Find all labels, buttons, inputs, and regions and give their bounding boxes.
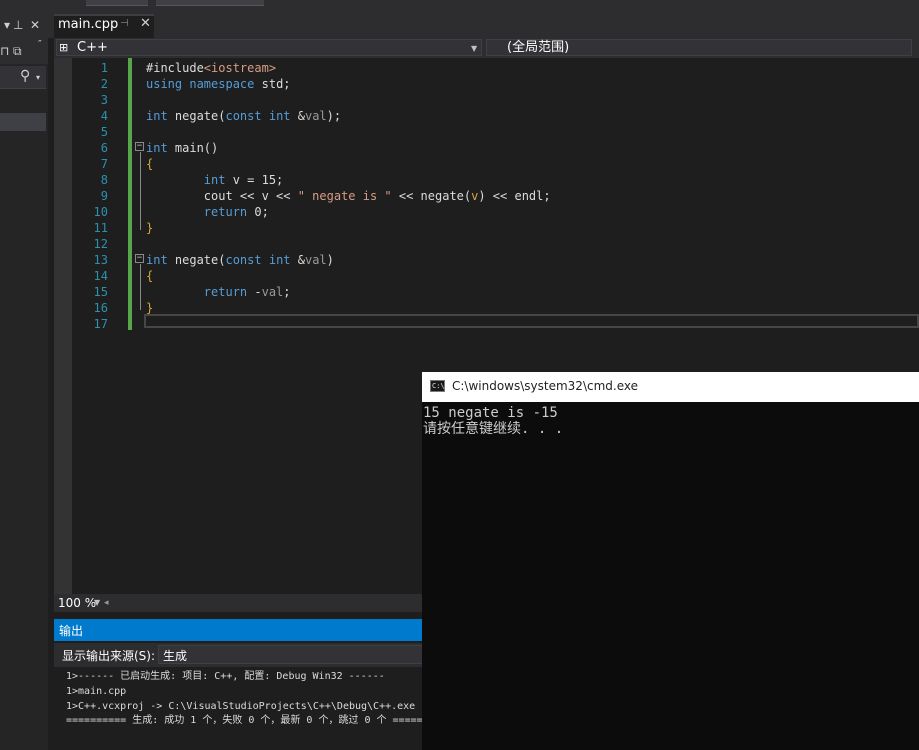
output-line: 1>main.cpp — [66, 686, 127, 697]
line-number: 10 — [93, 205, 108, 219]
line-number: 5 — [100, 125, 108, 139]
code-line[interactable]: int v = 15; — [146, 172, 283, 188]
global-scope-value: (全局范围) — [507, 40, 570, 55]
selected-tree-item[interactable] — [0, 113, 46, 131]
close-icon[interactable]: ✕ — [140, 16, 151, 31]
search-options-arrow-icon[interactable]: ▾ — [36, 71, 40, 85]
document-tab-strip — [48, 14, 919, 38]
output-source-value: 生成 — [163, 649, 188, 663]
overflow-icon[interactable]: ″ — [38, 38, 42, 52]
fold-guide — [140, 152, 141, 230]
toolbar-button[interactable] — [86, 0, 148, 6]
line-number: 7 — [100, 157, 108, 171]
output-source-dropdown[interactable]: ▼ — [158, 645, 458, 664]
line-number: 4 — [100, 109, 108, 123]
line-number: 11 — [93, 221, 108, 235]
zoom-level[interactable]: 100 % — [58, 596, 96, 610]
output-panel-title: 输出 — [59, 624, 84, 638]
project-scope-dropdown[interactable]: ⊞ C++ ▼ — [56, 39, 482, 56]
chevron-down-icon[interactable]: ▼ — [471, 44, 477, 53]
line-number: 3 — [100, 93, 108, 107]
tab-label[interactable]: main.cpp — [58, 17, 118, 32]
console-output-line: 请按任意键继续. . . — [423, 421, 564, 437]
editor-indicator-margin — [54, 58, 72, 594]
code-line[interactable]: { — [146, 156, 153, 172]
console-output-line: 15 negate is -15 — [423, 405, 558, 421]
line-number: 15 — [93, 285, 108, 299]
code-line[interactable]: { — [146, 268, 153, 284]
code-line[interactable]: return 0; — [146, 204, 269, 220]
scroll-left-icon[interactable]: ◂ — [104, 598, 109, 608]
collapse-icon[interactable]: − — [135, 254, 144, 263]
line-number: 2 — [100, 77, 108, 91]
line-number: 14 — [93, 269, 108, 283]
toolbar-icon[interactable] — [434, 0, 444, 5]
close-icon[interactable]: ✕ — [30, 18, 40, 32]
properties-icon[interactable]: ⊓ — [0, 44, 9, 58]
code-line[interactable]: int negate(const int &val) — [146, 252, 334, 268]
console-title: C:\windows\system32\cmd.exe — [452, 379, 638, 393]
line-number: 9 — [100, 189, 108, 203]
output-line: 1>------ 已启动生成: 项目: C++, 配置: Debug Win32… — [66, 671, 385, 682]
output-line: 1>C++.vcxproj -> C:\VisualStudioProjects… — [66, 701, 416, 712]
pin-icon[interactable]: ⊣ — [120, 18, 129, 29]
line-number: 8 — [100, 173, 108, 187]
fold-guide — [140, 264, 141, 310]
code-line[interactable]: using namespace std; — [146, 76, 291, 92]
output-line: ========== 生成: 成功 1 个，失败 0 个，最新 0 个，跳过 0… — [66, 715, 453, 726]
change-tracking-bar — [128, 58, 132, 330]
line-number: 17 — [93, 317, 108, 331]
output-panel-header[interactable] — [54, 619, 422, 641]
toolbar-button[interactable] — [156, 0, 264, 6]
code-line[interactable]: cout << v << " negate is " << negate(v) … — [146, 188, 551, 204]
code-line[interactable]: #include<iostream> — [146, 60, 276, 76]
code-line[interactable]: return -val; — [146, 284, 291, 300]
global-scope-dropdown[interactable]: (全局范围) — [486, 39, 912, 56]
dropdown-arrow-icon[interactable]: ▾ — [4, 18, 10, 32]
top-toolbar — [0, 0, 919, 14]
solution-explorer-toolbar: ▾ ⊥ ✕ ⊓ ⧉ ″ — [0, 14, 48, 64]
pin-icon[interactable]: ⊥ — [13, 18, 23, 32]
line-number: 12 — [93, 237, 108, 251]
line-number: 13 — [93, 253, 108, 267]
project-scope-value: C++ — [77, 40, 108, 55]
search-icon[interactable]: ⚲ — [20, 69, 30, 83]
output-source-label: 显示输出来源(S): — [62, 649, 156, 663]
zoom-dropdown-icon[interactable]: ▼ — [94, 598, 100, 607]
code-line[interactable]: } — [146, 220, 153, 236]
collapse-icon[interactable]: − — [135, 142, 144, 151]
line-number: 6 — [100, 141, 108, 155]
console-icon: C:\ — [430, 380, 445, 392]
search-box[interactable]: ⚲ ▾ — [0, 66, 46, 89]
cpp-project-icon: ⊞ — [59, 41, 69, 54]
line-number: 1 — [100, 61, 108, 75]
code-line[interactable]: int negate(const int &val); — [146, 108, 341, 124]
code-line[interactable]: int main() — [146, 140, 218, 156]
copy-icon[interactable]: ⧉ — [13, 44, 22, 58]
line-number: 16 — [93, 301, 108, 315]
current-line-highlight — [144, 314, 919, 328]
